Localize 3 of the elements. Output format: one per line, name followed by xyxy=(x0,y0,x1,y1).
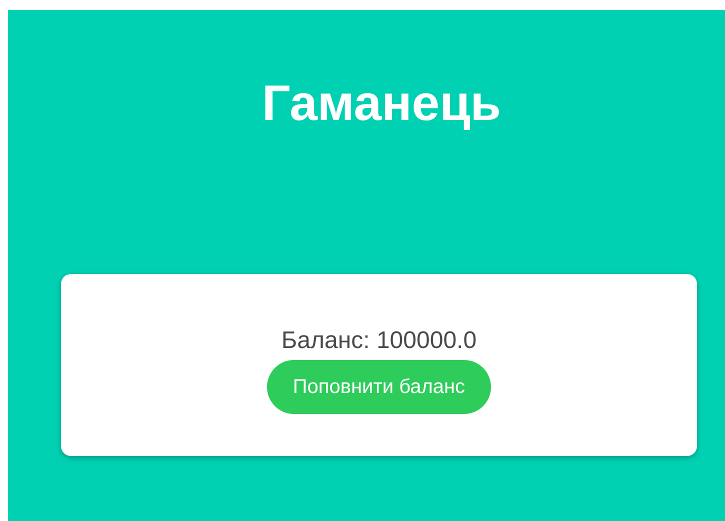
balance-text: Баланс: 100000.0 xyxy=(281,326,477,356)
page-title: Гаманець xyxy=(262,78,502,128)
top-up-button[interactable]: Поповнити баланс xyxy=(266,360,492,414)
